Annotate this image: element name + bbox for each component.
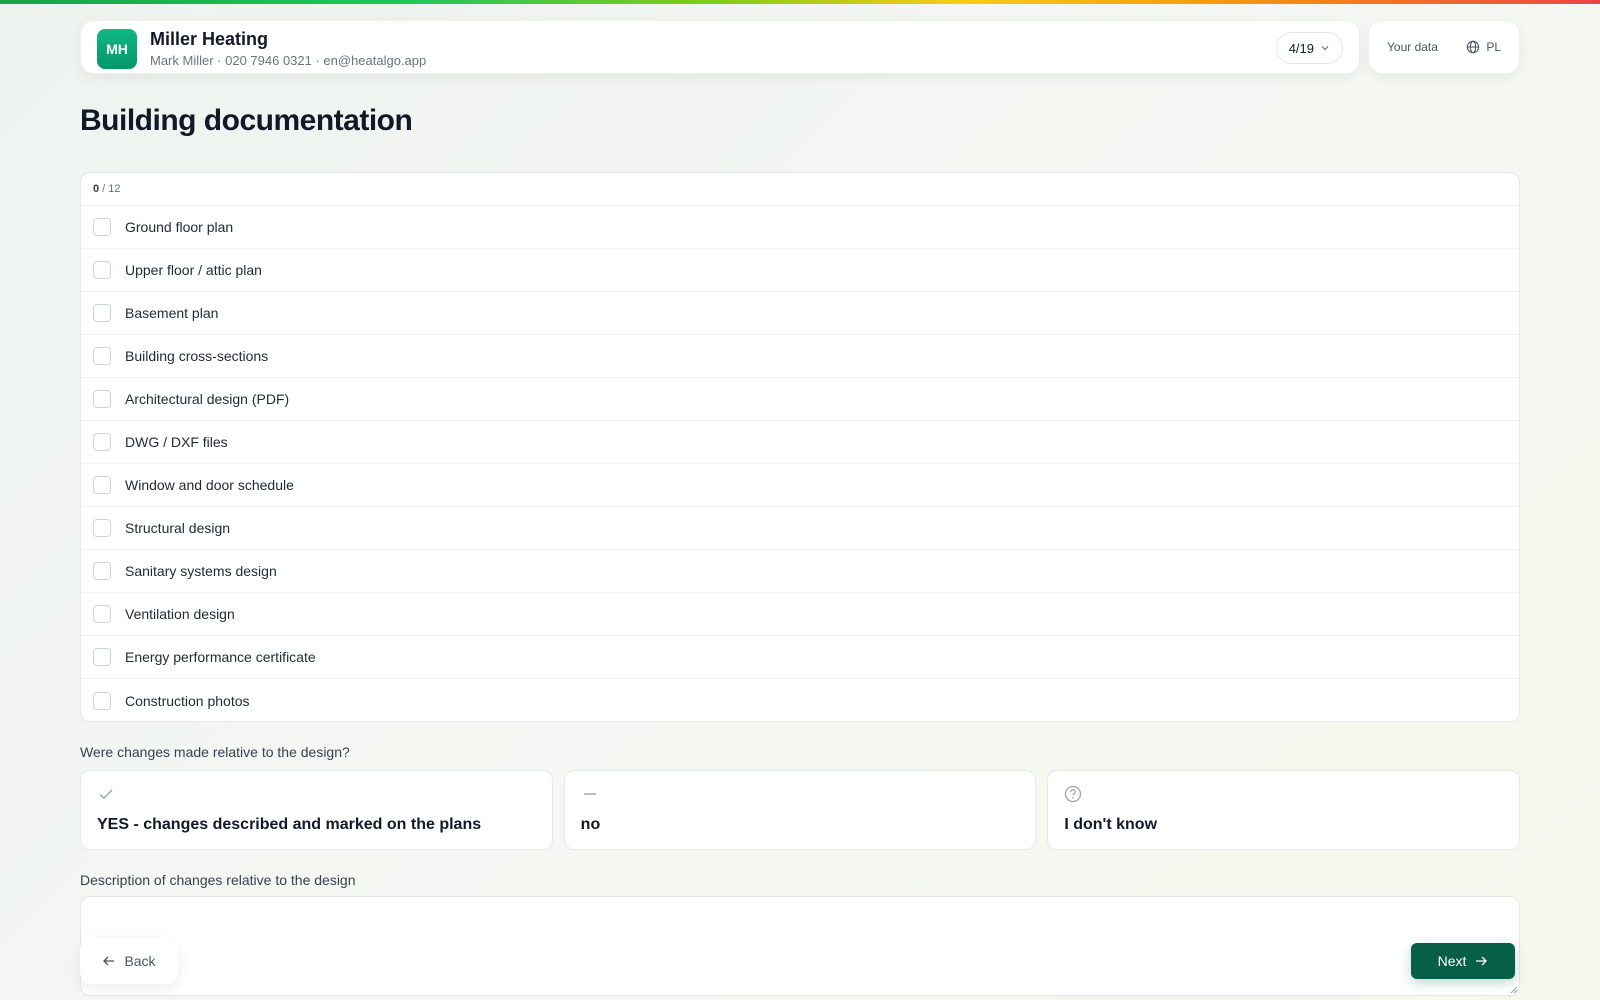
checklist-item-label: Ground floor plan	[125, 219, 234, 235]
checklist-item-label: Energy performance certificate	[125, 649, 316, 665]
description-label: Description of changes relative to the d…	[80, 872, 356, 888]
globe-icon	[1467, 40, 1480, 54]
checkbox[interactable]	[93, 390, 111, 408]
next-label: Next	[1437, 953, 1467, 969]
checkbox[interactable]	[93, 433, 111, 451]
checklist-item[interactable]: Ground floor plan	[81, 206, 1519, 249]
back-label: Back	[124, 953, 156, 969]
checklist-item-label: Upper floor / attic plan	[125, 262, 262, 278]
option-label: YES - changes described and marked on th…	[97, 816, 482, 833]
checkbox[interactable]	[93, 218, 111, 236]
option-yes[interactable]: YES - changes described and marked on th…	[80, 770, 553, 850]
checklist-item[interactable]: Ventilation design	[81, 593, 1519, 636]
page-title: Building documentation	[80, 104, 413, 137]
option-dont-know[interactable]: I don't know	[1047, 770, 1521, 850]
checklist-item[interactable]: Architectural design (PDF)	[81, 378, 1519, 421]
option-no[interactable]: no	[563, 770, 1037, 850]
your-data-link[interactable]: Your data	[1387, 40, 1438, 54]
next-button[interactable]: Next	[1411, 943, 1515, 979]
checkbox[interactable]	[93, 261, 111, 279]
checklist-item-label: Building cross-sections	[125, 348, 269, 364]
step-selector[interactable]: 4/19	[1275, 32, 1343, 64]
checkbox[interactable]	[93, 648, 111, 666]
checklist-item[interactable]: Building cross-sections	[81, 335, 1519, 378]
company-name: Miller Heating	[150, 29, 269, 49]
back-button[interactable]: Back	[80, 938, 178, 984]
checkbox[interactable]	[93, 304, 111, 322]
changes-question: Were changes made relative to the design…	[80, 744, 350, 760]
checklist-item-label: Structural design	[125, 520, 231, 536]
checklist-item[interactable]: Basement plan	[81, 292, 1519, 335]
arrow-right-icon	[1476, 956, 1488, 966]
app-header: MH Miller Heating Mark Miller · 020 7946…	[80, 20, 1360, 74]
documentation-checklist: 0 / 12 Ground floor plan Upper floor / a…	[80, 172, 1520, 722]
checklist-item-label: DWG / DXF files	[125, 434, 228, 450]
language-code: PL	[1486, 40, 1501, 54]
checklist-item[interactable]: Sanitary systems design	[81, 550, 1519, 593]
checklist-item-label: Construction photos	[125, 692, 250, 709]
changes-options: YES - changes described and marked on th…	[80, 770, 1521, 850]
chevron-down-icon	[1321, 46, 1329, 51]
company-contact: Mark Miller · 020 7946 0321 · en@heatalg…	[150, 53, 427, 68]
checklist-item[interactable]: Construction photos	[81, 679, 1519, 721]
total-count: / 12	[102, 183, 121, 195]
arrow-left-icon	[103, 956, 115, 966]
checklist-item-label: Sanitary systems design	[125, 563, 277, 579]
checklist-item-label: Ventilation design	[125, 606, 235, 622]
checkbox[interactable]	[93, 562, 111, 580]
dash-icon	[583, 793, 596, 795]
checklist-item[interactable]: Structural design	[81, 507, 1519, 550]
checkbox[interactable]	[93, 691, 111, 710]
resize-handle-icon[interactable]	[1510, 986, 1518, 994]
checkbox[interactable]	[93, 519, 111, 537]
checklist-item[interactable]: Energy performance certificate	[81, 636, 1519, 679]
check-icon	[99, 789, 113, 799]
question-circle-icon	[1065, 785, 1082, 803]
checkbox[interactable]	[93, 347, 111, 365]
checked-count: 0	[93, 183, 100, 195]
checklist-item-label: Architectural design (PDF)	[125, 391, 290, 407]
checklist-item[interactable]: Window and door schedule	[81, 464, 1519, 507]
progress-rainbow-bar	[0, 0, 1600, 4]
checklist-item-label: Basement plan	[125, 305, 219, 321]
company-avatar: MH	[97, 29, 137, 69]
step-indicator: 4/19	[1288, 40, 1314, 56]
description-textarea[interactable]	[80, 896, 1520, 996]
option-label: I don't know	[1064, 816, 1158, 833]
checklist-counter: 0 / 12	[81, 173, 1519, 206]
language-switcher[interactable]: PL	[1466, 40, 1501, 54]
checklist-item[interactable]: Upper floor / attic plan	[81, 249, 1519, 292]
checklist-item-label: Window and door schedule	[125, 477, 294, 493]
checkbox[interactable]	[93, 476, 111, 494]
checklist-item[interactable]: DWG / DXF files	[81, 421, 1519, 464]
option-label: no	[580, 816, 601, 833]
side-controls: Your data PL	[1368, 20, 1520, 74]
checkbox[interactable]	[93, 605, 111, 623]
